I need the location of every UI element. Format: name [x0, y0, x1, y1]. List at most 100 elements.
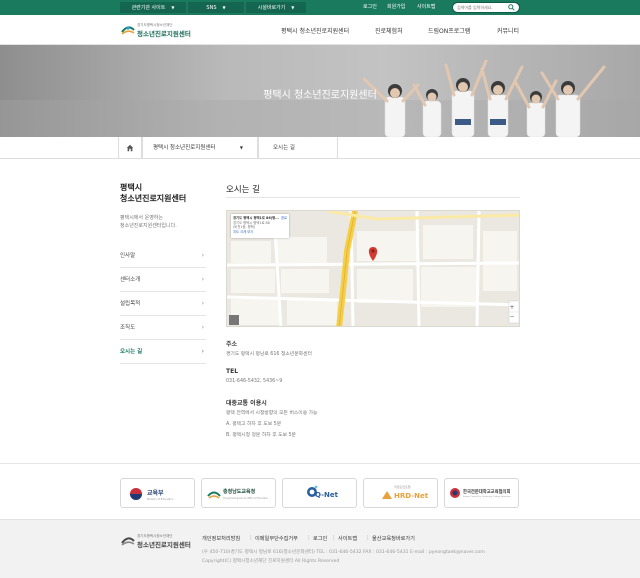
- footer-link-sitemap[interactable]: 사이트맵: [338, 535, 357, 542]
- hrdnet-emblem-icon: [382, 491, 392, 499]
- sidebar-item-label: 설립목적: [120, 301, 141, 307]
- related-sites-select[interactable]: 관련기관 사이트 ▼: [120, 2, 186, 13]
- map-enlarge-link[interactable]: 지도 크게 보기: [233, 230, 287, 235]
- footer-address: (우 450-710)경기도 평택시 평남로 616(청소년문화센터) TEL …: [202, 550, 485, 555]
- partner-hrdnet-sub: 직업훈련포털: [394, 485, 411, 489]
- partner-qnet-name: Q-Net: [315, 491, 338, 499]
- sidebar-item-directions[interactable]: 오시는 길 ›: [120, 340, 206, 364]
- footer-logo-emblem-icon: [121, 537, 135, 546]
- partner-education-office-sub: Chungcheongnam-do Office of Education: [223, 497, 268, 500]
- sitemap-link[interactable]: 사이트맵: [417, 3, 435, 12]
- caret-down-icon: ▼: [239, 145, 243, 150]
- footer-link-no-email[interactable]: 이메일무단수집거부: [255, 535, 298, 542]
- sidebar-item-greeting[interactable]: 인사말 ›: [120, 244, 206, 268]
- nav-career-experience[interactable]: 진로체험처: [375, 26, 403, 35]
- address-text: 경기도 평택시 평남로 616 청소년문화센터: [226, 352, 312, 357]
- caret-down-icon: ▼: [222, 5, 226, 10]
- chevron-right-icon: ›: [201, 252, 204, 259]
- logo-emblem-icon: [121, 26, 135, 35]
- footer-link-login[interactable]: 로그인: [313, 535, 327, 542]
- login-link[interactable]: 로그인: [363, 3, 377, 12]
- footer-separator: |: [308, 535, 310, 541]
- search-icon[interactable]: [508, 4, 515, 11]
- top-utility-bar: [0, 0, 640, 15]
- transit-line-1: 평택 전역에서 시청방향의 모든 버스이용 가능: [226, 411, 318, 416]
- partner-moe-name: 교육부: [147, 490, 164, 497]
- sidebar-title: 평택시 청소년진로지원센터: [120, 182, 186, 204]
- sidebar-item-label: 센터소개: [120, 277, 141, 283]
- site-logo[interactable]: 경기도평택시청소년재단 청소년진로지원센터: [121, 21, 201, 39]
- facility-shortcut-select[interactable]: 시설바로가기 ▼: [246, 2, 306, 13]
- sidebar-item-label: 인사말: [120, 253, 136, 259]
- tel-label: TEL: [226, 368, 239, 375]
- footer-separator: |: [250, 535, 252, 541]
- map-directions-link[interactable]: 경로: [281, 216, 287, 221]
- chevron-right-icon: ›: [201, 300, 204, 307]
- sidebar-title-line2: 청소년진로지원센터: [120, 194, 187, 203]
- nav-dream-on-program[interactable]: 드림ON프로그램: [428, 26, 470, 35]
- sidebar-title-line1: 평택시: [120, 183, 143, 192]
- join-link[interactable]: 회원가입: [387, 3, 405, 12]
- partner-moe-logo[interactable]: 교육부 Ministry of Education: [120, 478, 195, 508]
- footer-logo[interactable]: 경기도평택시청소년재단 청소년진로지원센터: [121, 532, 201, 550]
- location-current: 오시는 길: [258, 137, 338, 159]
- sidebar-desc-line2: 청소년진로지원센터입니다.: [120, 223, 177, 229]
- title-divider: [226, 197, 520, 198]
- partner-kcce-name: 한국전문대학교교육협의회: [463, 490, 511, 495]
- kcce-emblem-icon: [450, 488, 460, 498]
- partner-education-office-name: 충청남도교육청: [223, 489, 256, 495]
- sidebar-item-organization[interactable]: 조직도 ›: [120, 316, 206, 340]
- partner-kcce-logo[interactable]: 한국전문대학교교육협의회 Korean Council for Universi…: [444, 478, 519, 508]
- partner-education-office-logo[interactable]: 충청남도교육청 Chungcheongnam-do Office of Educ…: [201, 478, 276, 508]
- location-section-label: 평택시 청소년진로지원센터: [153, 145, 216, 151]
- sns-label: SNS: [206, 5, 217, 11]
- home-icon: [126, 144, 134, 152]
- caret-down-icon: ▼: [171, 5, 175, 10]
- page-title: 오시는 길: [226, 185, 260, 195]
- chevron-right-icon: ›: [201, 324, 204, 331]
- partner-hrdnet-name: HRD-Net: [394, 492, 429, 500]
- location-current-label: 오시는 길: [273, 145, 295, 151]
- partner-moe-sub: Ministry of Education: [147, 498, 174, 501]
- transit-line-3: B. 평택시청 정문 하차 후 도보 5분: [226, 433, 296, 438]
- nav-community[interactable]: 커뮤니티: [497, 26, 519, 35]
- zoom-in-button[interactable]: +: [508, 303, 516, 312]
- map-popup-title: 경기도 평택시 평택1로 86(평...: [233, 216, 279, 220]
- chevron-right-icon: ›: [201, 276, 204, 283]
- home-button[interactable]: [118, 137, 142, 159]
- education-office-emblem-icon: [207, 491, 221, 499]
- sns-select[interactable]: SNS ▼: [188, 2, 244, 13]
- tel-text: 031-646-5432, 5436~9: [226, 379, 283, 384]
- partner-kcce-sub: Korean Council for University College Ed…: [463, 496, 511, 498]
- chevron-right-icon: ›: [201, 348, 204, 355]
- sidebar-item-purpose[interactable]: 설립목적 ›: [120, 292, 206, 316]
- sidebar-desc-line1: 평택시에서 운영하는: [120, 215, 163, 221]
- sidebar-description: 평택시에서 운영하는 청소년진로지원센터입니다.: [120, 214, 177, 230]
- partner-qnet-logo[interactable]: Q-Net: [282, 478, 357, 508]
- facility-shortcut-label: 시설바로가기: [257, 5, 286, 11]
- logo-center-name: 청소년진로지원센터: [137, 30, 191, 38]
- address-label: 주소: [226, 341, 238, 348]
- footer-copyright: Copyright(C) 평택시청소년재단 진로지원센터 All Rights …: [202, 559, 340, 564]
- footer-separator: |: [333, 535, 335, 541]
- transit-line-2: A. 평택고 하차 후 도보 5분: [226, 422, 282, 427]
- footer-link-education-office[interactable]: 울산교육청바로가기: [372, 535, 415, 542]
- map-info-popup: 경기도 평택시 평택1로 86(평... 경기도 평택시 평택1로 86 (비전…: [231, 214, 289, 238]
- top-search-box: [452, 2, 520, 13]
- sidebar-item-center-intro[interactable]: 센터소개 ›: [120, 268, 206, 292]
- nav-center[interactable]: 평택시 청소년진로지원센터: [281, 26, 349, 35]
- footer-logo-center-name: 청소년진로지원센터: [137, 541, 191, 549]
- location-section-select[interactable]: 평택시 청소년진로지원센터 ▼: [142, 137, 258, 159]
- footer-link-privacy[interactable]: 개인정보처리방침: [202, 535, 240, 542]
- transit-label: 대중교통 이용시: [226, 400, 267, 407]
- location-map[interactable]: 경기도 평택시 평택1로 86(평... 경기도 평택시 평택1로 86 (비전…: [226, 210, 520, 327]
- search-input[interactable]: [457, 3, 505, 12]
- moe-emblem-icon: [129, 487, 143, 501]
- sidebar-item-label: 오시는 길: [120, 349, 143, 355]
- footer-separator: |: [367, 535, 369, 541]
- zoom-out-button[interactable]: −: [508, 312, 516, 321]
- sidebar-item-label: 조직도: [120, 325, 136, 331]
- map-zoom-control: + −: [508, 303, 516, 321]
- partner-hrdnet-logo[interactable]: 직업훈련포털 HRD-Net: [363, 478, 438, 508]
- related-sites-label: 관련기관 사이트: [131, 5, 166, 11]
